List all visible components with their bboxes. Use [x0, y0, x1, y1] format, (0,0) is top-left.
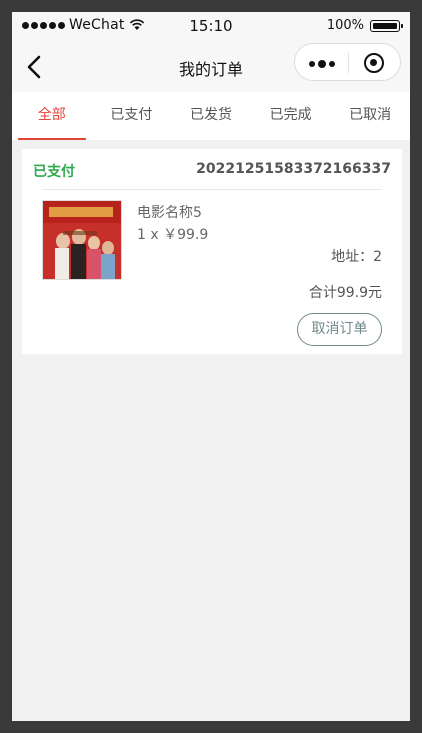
card-divider — [42, 189, 382, 190]
order-address: 地址：2 — [331, 249, 382, 265]
tab-completed[interactable]: 已完成 — [251, 92, 331, 140]
battery-status: 100% — [326, 18, 403, 33]
battery-icon — [370, 19, 403, 32]
product-qty-price: 1 x ￥99.9 — [137, 227, 209, 243]
device-screen: WeChat 15:10 100% 我的订单 全部 已支付 已发货 已完成 已取… — [12, 12, 410, 721]
status-bar: WeChat 15:10 100% — [12, 12, 410, 40]
order-card[interactable]: 已支付 20221251583372166337 电影名称5 1 x ￥99.9… — [22, 149, 402, 354]
mini-program-close-icon[interactable] — [364, 53, 384, 73]
tab-cancelled[interactable]: 已取消 — [330, 92, 410, 140]
order-total: 合计99.9元 — [308, 285, 382, 301]
product-name: 电影名称5 — [137, 205, 202, 221]
tab-paid[interactable]: 已支付 — [92, 92, 172, 140]
mini-program-capsule — [294, 43, 401, 81]
battery-percent: 100% — [326, 18, 364, 33]
cancel-order-button[interactable]: 取消订单 — [297, 313, 382, 346]
capsule-divider — [348, 53, 349, 73]
order-status: 已支付 — [33, 164, 75, 180]
more-dots-icon[interactable] — [309, 60, 335, 68]
nav-bar: 我的订单 — [12, 40, 410, 92]
movie-poster-image — [42, 200, 122, 280]
order-tabs: 全部 已支付 已发货 已完成 已取消 — [12, 92, 410, 140]
tab-all[interactable]: 全部 — [12, 92, 92, 140]
tab-shipped[interactable]: 已发货 — [171, 92, 251, 140]
order-number: 20221251583372166337 — [196, 161, 391, 177]
